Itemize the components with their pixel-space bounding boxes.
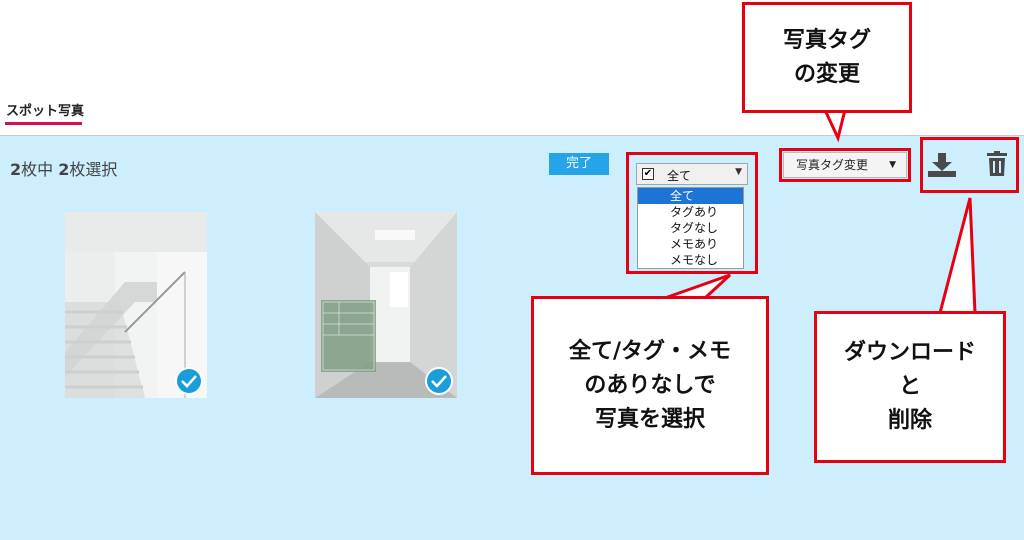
download-delete-callout: ダウンロード と 削除 xyxy=(814,311,1006,463)
filter-callout: 全て/タグ・メモ のありなしで 写真を選択 xyxy=(531,296,769,475)
tag-change-callout: 写真タグ の変更 xyxy=(742,2,912,113)
